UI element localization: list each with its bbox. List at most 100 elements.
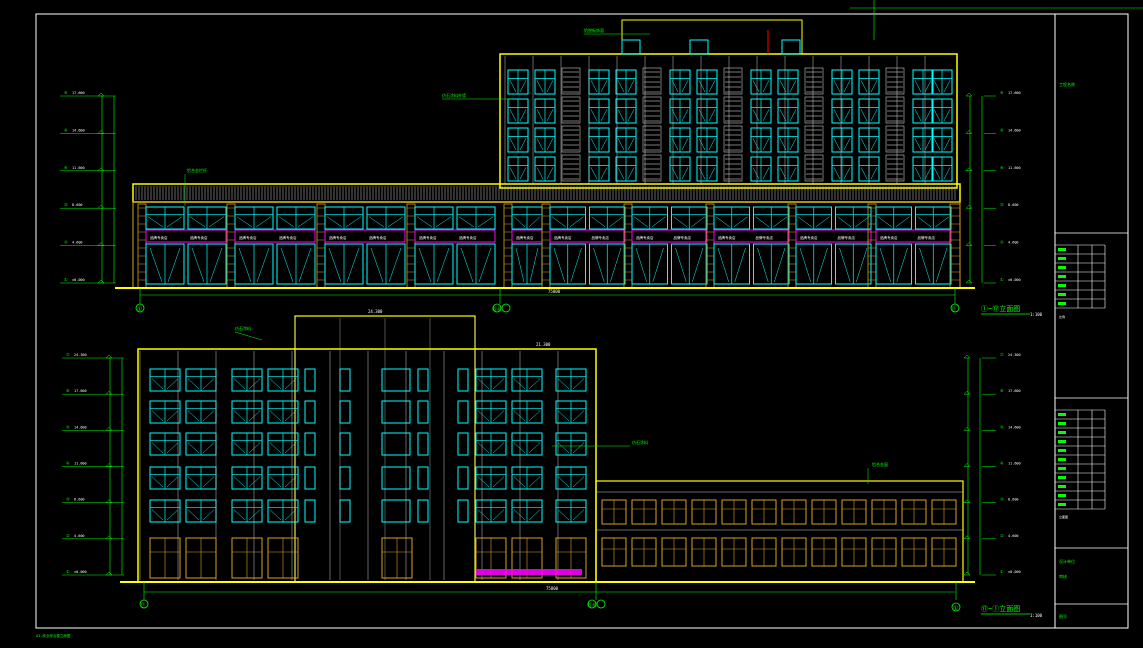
level-tag: ① [1000, 569, 1004, 574]
tower-glazing [304, 499, 316, 523]
lower-window [267, 499, 299, 523]
table-entry [1058, 440, 1066, 443]
level-tag: ⑤ [66, 424, 70, 429]
tower-window [831, 127, 853, 153]
tower-window [615, 156, 637, 182]
cad-drawing-canvas: 品牌专卖店 品牌专卖店 品牌专卖店 品牌专卖店 品牌专卖店 品牌专卖店 品牌专卖店 品牌专卖店… [35, 0, 1143, 638]
tower-window [831, 69, 853, 95]
level-value: 17.600 [1008, 389, 1021, 393]
lower-window [231, 400, 263, 424]
podium-upper-window [875, 206, 912, 230]
level-value: 17.600 [1008, 91, 1021, 95]
tower-window [777, 69, 799, 95]
tower-glazing [304, 400, 316, 424]
level-tag: ① [64, 277, 68, 282]
level-tag: ② [64, 240, 68, 245]
tower-window [831, 156, 853, 182]
upper-tower-windows [504, 39, 953, 184]
level-value: ±0.000 [1008, 278, 1021, 282]
level-value: 8.600 [74, 498, 85, 502]
level-value: 14.600 [74, 425, 87, 429]
tower-window [750, 69, 772, 95]
level-value: 4.600 [1008, 241, 1019, 245]
upper-annotation-railing: 铝合金栏杆 [187, 167, 207, 173]
title-block-table-2 [1054, 409, 1106, 510]
level-value: 4.600 [74, 534, 85, 538]
tower-glazing [417, 499, 429, 523]
lower-window [267, 466, 299, 490]
tower-window [912, 156, 934, 182]
podium-upper-window [753, 206, 790, 230]
title-block-row-b: 审核 [1059, 573, 1067, 579]
roof-vent [689, 39, 709, 55]
level-tag: ⑤ [1000, 424, 1004, 429]
podium-upper-window [145, 206, 185, 230]
lower-window [555, 432, 587, 456]
tower-window [507, 156, 529, 182]
tower-window [588, 127, 610, 153]
level-value: 14.600 [72, 128, 85, 132]
tower-glazing [304, 466, 316, 490]
table-entry [1058, 476, 1066, 479]
lower-window [267, 368, 299, 392]
title-block-project: 工程名称 [1059, 81, 1075, 87]
table-entry [1058, 503, 1066, 506]
podium-upper-window [276, 206, 316, 230]
lower-window [267, 432, 299, 456]
tower-window [615, 98, 637, 124]
lower-elevation-title: ⑰~①立面图 [981, 604, 1020, 613]
upper-elevation-scale: 1:100 [1030, 312, 1043, 317]
shop-sign-text: 品牌专卖店 [329, 235, 347, 240]
level-value: ±0.000 [1008, 570, 1021, 574]
lower-pink-band [476, 569, 582, 575]
lower-levels-right: ⑦ 24.300 ⑥ 17.600 ⑤ 14.600 ④ 11.600 ③ 8.600 ② 4.600… [963, 352, 1021, 576]
svg-text:⑮⑯: ⑮⑯ [492, 306, 502, 313]
podium-upper-window [631, 206, 668, 230]
lower-window [185, 432, 217, 456]
level-tag: ③ [64, 202, 68, 207]
tower-window [507, 98, 529, 124]
drawing-frame [35, 13, 1129, 629]
table-entry [1058, 467, 1066, 470]
shop-sign-text: 品牌专卖店 [419, 235, 437, 240]
upper-elevation: 品牌专卖店 品牌专卖店 品牌专卖店 品牌专卖店 品牌专卖店 品牌专卖店 品牌专卖店 品牌专卖店… [60, 19, 1043, 317]
level-value: 11.600 [74, 462, 87, 466]
podium-upper-window [713, 206, 750, 230]
level-tag: ⑥ [1000, 388, 1004, 393]
tower-window [777, 98, 799, 124]
shop-sign-text: 品牌专卖店 [838, 235, 856, 240]
shop-sign-text: 品牌专卖店 [459, 235, 477, 240]
shop-sign-text: 品牌专卖店 [279, 235, 297, 240]
level-value: 8.600 [1008, 203, 1019, 207]
tower-glazing [304, 432, 316, 456]
lower-window [475, 400, 507, 424]
tower-glazing [457, 432, 469, 456]
tower-window [588, 98, 610, 124]
level-value: 8.600 [1008, 498, 1019, 502]
title-block-row-a: 设计单位 [1059, 558, 1075, 564]
title-block-drawing-name: 立面图 [1059, 514, 1068, 519]
table-entry [1058, 266, 1066, 269]
table-entry [1058, 494, 1066, 497]
lower-window [185, 499, 217, 523]
podium-upper-window [835, 206, 872, 230]
svg-text:①: ① [953, 605, 958, 612]
lower-windows [139, 318, 963, 580]
title-block-table-1 [1054, 244, 1106, 309]
podium-upper-window [324, 206, 364, 230]
tower-glazing [339, 368, 351, 392]
lower-grid-left: ⑰ [139, 582, 149, 609]
lower-window [231, 368, 263, 392]
level-tag: ② [1000, 533, 1004, 538]
tower-window [534, 69, 556, 95]
lower-annotation-2: 仿石涂料 [632, 439, 648, 445]
tower-window [696, 69, 718, 95]
shop-sign-text: 品牌专卖店 [718, 235, 736, 240]
upper-annotation-wall: 仿石涂料外墙 [442, 92, 466, 98]
table-entry [1058, 293, 1066, 296]
level-value: 11.600 [1008, 166, 1021, 170]
podium-upper-window [456, 206, 496, 230]
tower-window [696, 98, 718, 124]
upper-podium-cornice [132, 183, 961, 203]
shop-sign-text: 品牌专卖店 [150, 235, 168, 240]
